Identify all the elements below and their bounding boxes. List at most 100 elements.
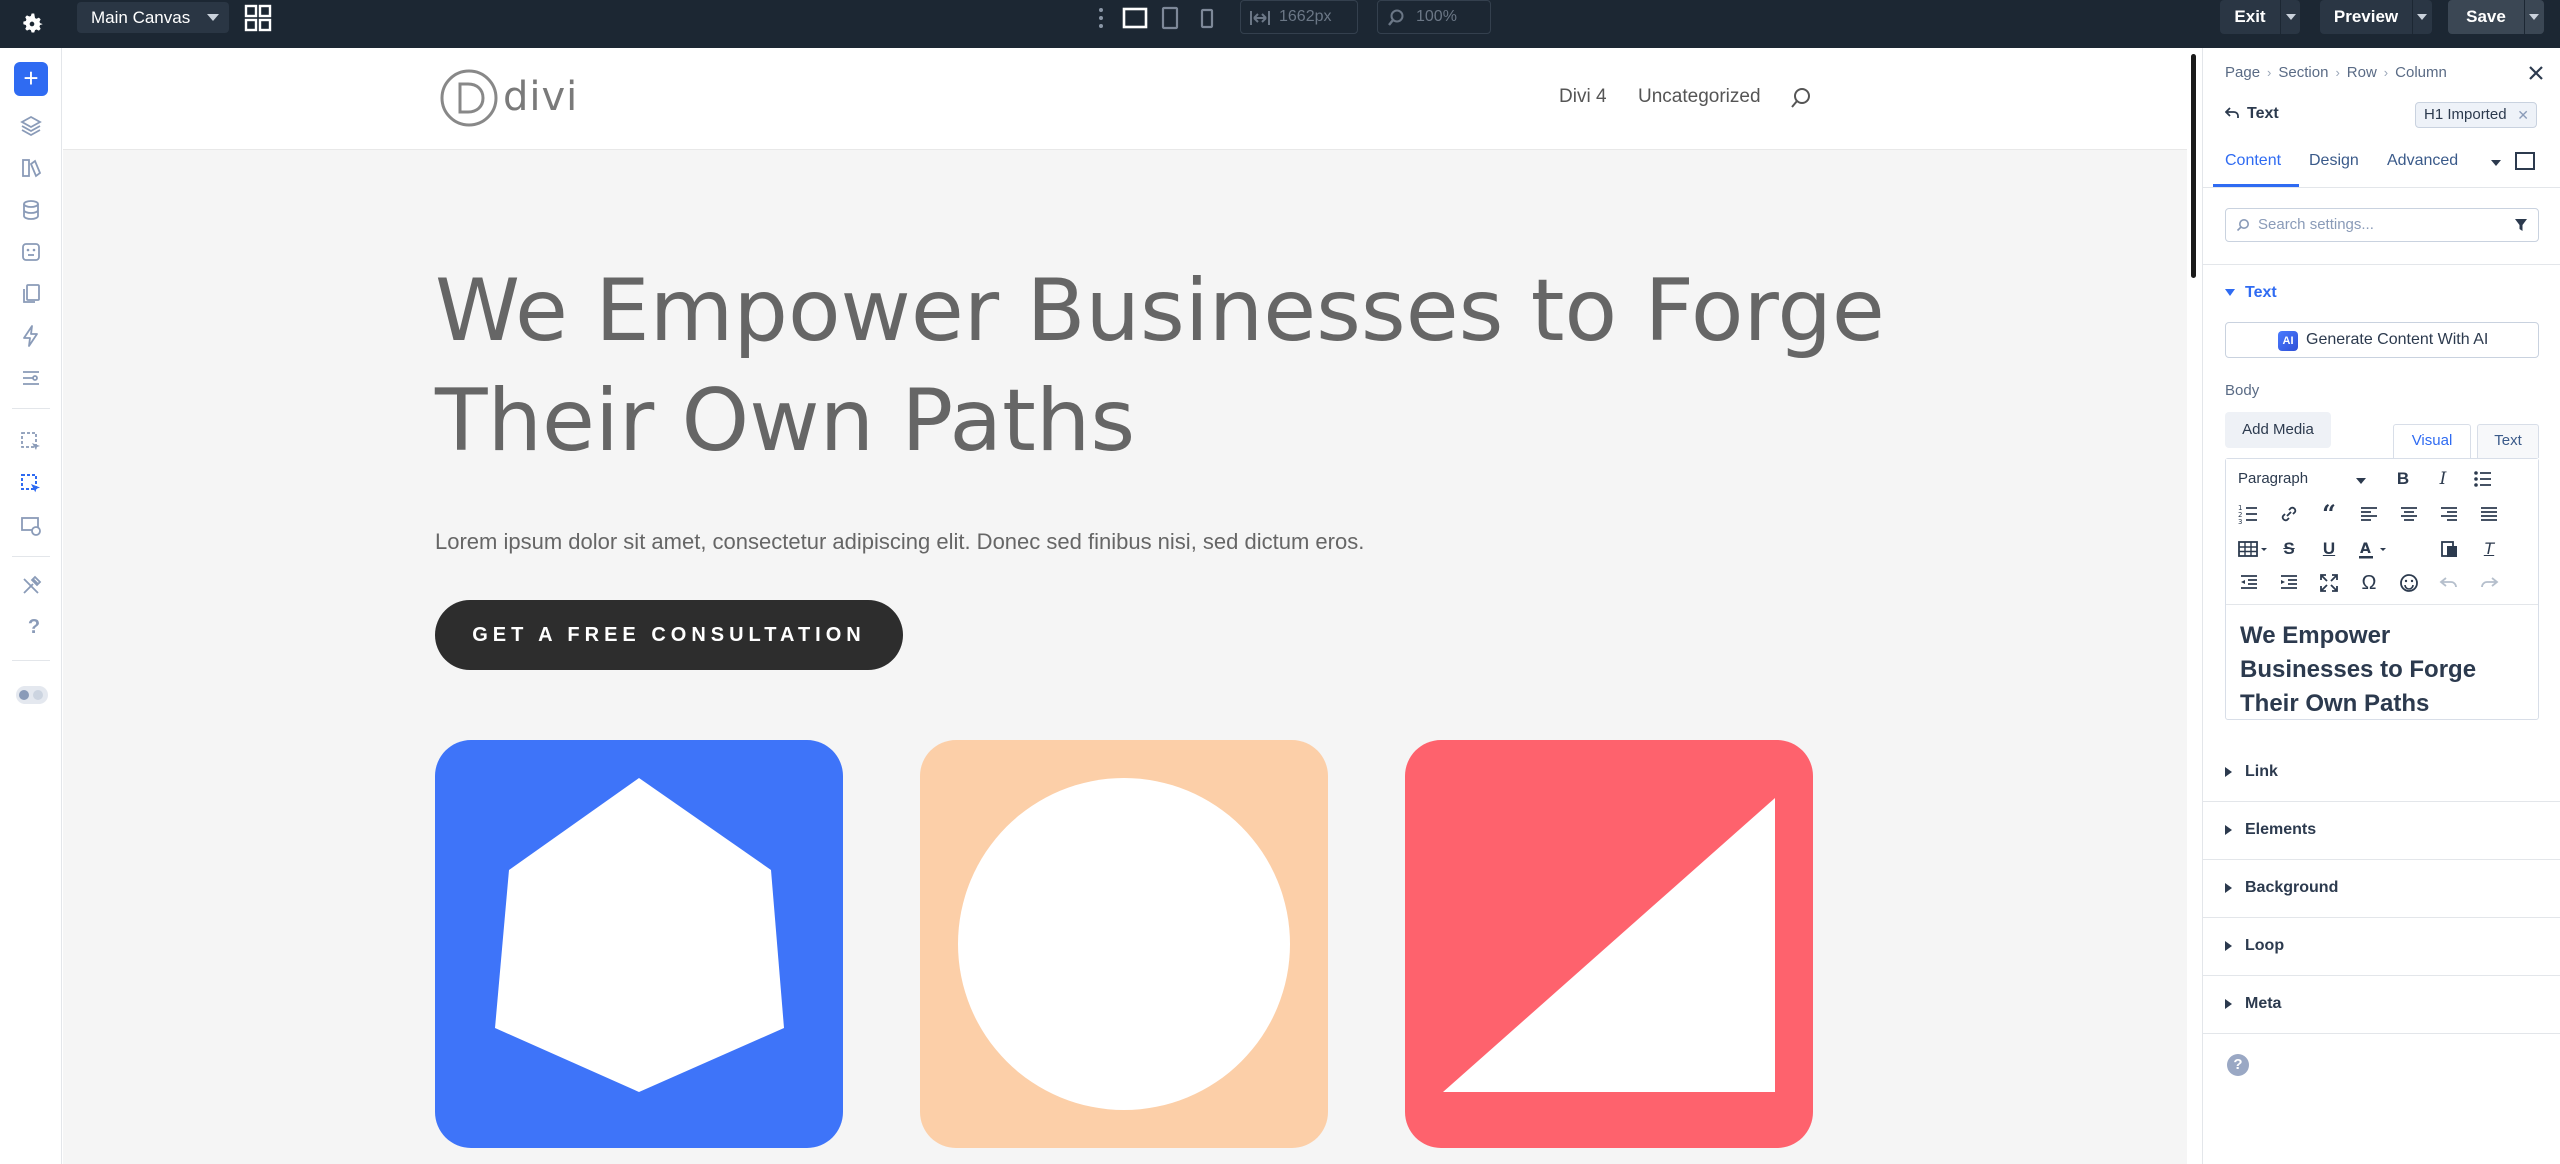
paragraph-format-select[interactable]: Paragraph: [2238, 470, 2366, 487]
nav-link-uncategorized[interactable]: Uncategorized: [1638, 86, 1761, 108]
preset-badge[interactable]: H1 Imported ✕: [2415, 102, 2537, 128]
circle-shape: [958, 778, 1290, 1110]
tab-design[interactable]: Design: [2309, 152, 2359, 170]
mode-toggle[interactable]: [16, 686, 48, 704]
strikethrough-icon[interactable]: S: [2276, 536, 2302, 562]
underline-icon[interactable]: U: [2316, 536, 2342, 562]
numbered-list-icon[interactable]: 1 2 3: [2236, 501, 2262, 527]
tab-advanced[interactable]: Advanced: [2387, 152, 2458, 170]
special-character-icon[interactable]: Ω: [2356, 570, 2382, 596]
filter-icon[interactable]: [2514, 218, 2528, 232]
nav-link-divi-4[interactable]: Divi 4: [1559, 86, 1607, 108]
breadcrumb-section[interactable]: Section: [2278, 64, 2328, 81]
settings-search-input[interactable]: Search settings...: [2225, 208, 2539, 242]
lightning-icon[interactable]: [19, 324, 43, 348]
bold-icon[interactable]: B: [2390, 466, 2416, 492]
chevron-down-icon[interactable]: [2491, 160, 2501, 166]
paste-text-icon[interactable]: [2436, 536, 2462, 562]
desktop-view-icon[interactable]: [1122, 4, 1148, 32]
add-module-button[interactable]: +: [14, 62, 48, 96]
chevron-down-icon[interactable]: [2529, 14, 2539, 20]
body-field-label: Body: [2225, 382, 2260, 399]
generate-ai-button[interactable]: AI Generate Content With AI: [2225, 322, 2539, 358]
group-background-label: Background: [2245, 879, 2339, 896]
triangle-shape: [1443, 798, 1775, 1092]
grid-icon[interactable]: [244, 4, 272, 32]
close-icon[interactable]: [2527, 64, 2545, 82]
align-right-icon[interactable]: [2436, 501, 2462, 527]
group-meta[interactable]: Meta: [2203, 976, 2560, 1034]
align-center-icon[interactable]: [2396, 501, 2422, 527]
back-arrow-icon[interactable]: [2225, 106, 2239, 120]
ai-icon: AI: [2278, 331, 2298, 351]
text-color-icon[interactable]: A: [2356, 536, 2392, 562]
link-icon[interactable]: [2276, 501, 2302, 527]
editor-tab-visual[interactable]: Visual: [2393, 424, 2471, 458]
search-icon[interactable]: [1789, 86, 1813, 110]
group-link[interactable]: Link: [2203, 744, 2560, 802]
breadcrumb-page[interactable]: Page: [2225, 64, 2260, 81]
canvas-scrollbar[interactable]: [2191, 54, 2196, 278]
tools-icon[interactable]: [19, 574, 43, 598]
select-element-icon[interactable]: [19, 430, 43, 454]
redo-icon[interactable]: [2476, 570, 2502, 596]
align-justify-icon[interactable]: [2476, 501, 2502, 527]
rich-text-editor[interactable]: Paragraph B I 1 2 3 “ S U A T Ω We Empow…: [2225, 458, 2539, 720]
top-bar: Main Canvas 1662px 100% Exit Preview Sav…: [0, 0, 2560, 48]
group-background[interactable]: Background: [2203, 860, 2560, 918]
outdent-icon[interactable]: [2236, 570, 2262, 596]
clear-formatting-icon[interactable]: T: [2476, 536, 2502, 562]
click-mode-icon[interactable]: [19, 472, 43, 496]
consultation-button[interactable]: GET A FREE CONSULTATION: [435, 600, 903, 670]
indent-icon[interactable]: [2276, 570, 2302, 596]
help-icon[interactable]: ?: [2227, 1054, 2249, 1076]
preview-button[interactable]: Preview: [2320, 0, 2432, 34]
remove-preset-icon[interactable]: ✕: [2517, 103, 2529, 127]
gear-icon[interactable]: [18, 10, 46, 38]
editor-tab-text[interactable]: Text: [2477, 424, 2539, 458]
blockquote-icon[interactable]: “: [2316, 501, 2342, 527]
feature-card-red[interactable]: [1405, 740, 1813, 1148]
responsive-settings-icon[interactable]: [19, 514, 43, 538]
fullscreen-icon[interactable]: [2316, 570, 2342, 596]
paragraph-format-value: Paragraph: [2238, 470, 2309, 487]
group-link-label: Link: [2245, 763, 2278, 780]
editor-content[interactable]: We Empower Businesses to Forge Their Own…: [2240, 619, 2530, 721]
settings-lines-icon[interactable]: [19, 366, 43, 390]
group-elements[interactable]: Elements: [2203, 802, 2560, 860]
drag-handle-icon[interactable]: [1098, 6, 1104, 30]
library-icon[interactable]: [19, 156, 43, 180]
undo-icon[interactable]: [2436, 570, 2462, 596]
pages-icon[interactable]: [19, 282, 43, 306]
layers-icon[interactable]: [19, 114, 43, 138]
tab-content[interactable]: Content: [2225, 152, 2281, 170]
canvas-width-field[interactable]: 1662px: [1240, 0, 1358, 34]
save-button[interactable]: Save: [2448, 0, 2544, 34]
zoom-field[interactable]: 100%: [1377, 0, 1491, 34]
phone-view-icon[interactable]: [1198, 4, 1216, 32]
emoji-icon[interactable]: [2396, 570, 2422, 596]
expand-panel-icon[interactable]: [2515, 152, 2535, 170]
align-left-icon[interactable]: [2356, 501, 2382, 527]
bullet-list-icon[interactable]: [2470, 466, 2496, 492]
feature-card-peach[interactable]: [920, 740, 1328, 1148]
exit-button[interactable]: Exit: [2220, 0, 2300, 34]
group-loop[interactable]: Loop: [2203, 918, 2560, 976]
hero-heading[interactable]: We Empower Businesses to Forge Their Own…: [435, 256, 1935, 476]
save-label: Save: [2466, 7, 2506, 26]
tablet-view-icon[interactable]: [1160, 4, 1180, 32]
feature-card-blue[interactable]: [435, 740, 843, 1148]
builder-canvas[interactable]: divi Divi 4 Uncategorized We Empower Bus…: [63, 48, 2187, 1164]
hero-subtitle[interactable]: Lorem ipsum dolor sit amet, consectetur …: [435, 529, 1364, 555]
breadcrumb-row[interactable]: Row: [2347, 64, 2377, 81]
theme-builder-icon[interactable]: [19, 240, 43, 264]
database-icon[interactable]: [19, 198, 43, 222]
table-icon[interactable]: [2236, 536, 2272, 562]
chevron-down-icon[interactable]: [2417, 14, 2427, 20]
chevron-down-icon[interactable]: [2286, 14, 2296, 20]
breadcrumb-column[interactable]: Column: [2395, 64, 2447, 81]
help-icon[interactable]: ?: [24, 616, 44, 640]
italic-icon[interactable]: I: [2430, 466, 2456, 492]
add-media-button[interactable]: Add Media: [2225, 412, 2331, 448]
canvas-selector[interactable]: Main Canvas: [77, 2, 229, 33]
